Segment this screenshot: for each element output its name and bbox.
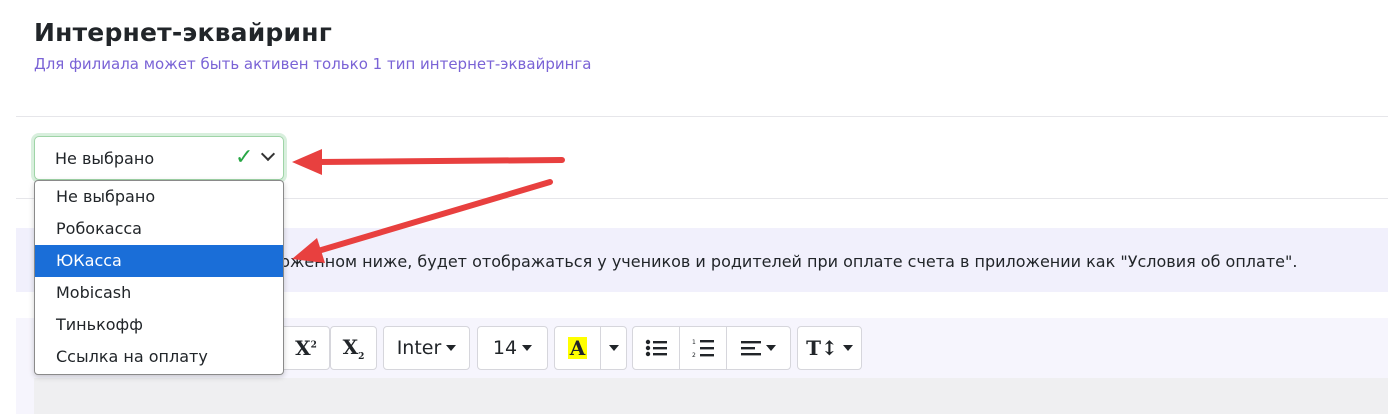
annotation-arrow-to-yukassa	[292, 179, 553, 263]
annotation-arrows	[292, 149, 565, 263]
annotation-arrow-to-select	[292, 149, 565, 175]
